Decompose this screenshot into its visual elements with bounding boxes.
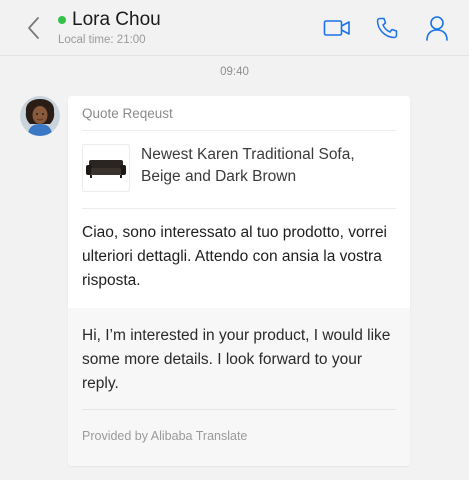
avatar[interactable] bbox=[20, 96, 60, 136]
translation-credit: Provided by Alibaba Translate bbox=[82, 429, 248, 443]
contact-info: Lora Chou Local time: 21:00 bbox=[58, 9, 161, 46]
video-call-button[interactable] bbox=[323, 14, 351, 42]
sofa-image bbox=[86, 160, 126, 178]
contact-name: Lora Chou bbox=[72, 9, 161, 30]
card-title: Quote Reqeust bbox=[82, 106, 173, 121]
chevron-left-icon bbox=[28, 17, 39, 39]
product-thumbnail bbox=[82, 144, 130, 192]
profile-icon bbox=[426, 16, 448, 41]
chat-header: Lora Chou Local time: 21:00 bbox=[0, 0, 469, 56]
header-actions bbox=[323, 14, 451, 42]
product-title: Newest Karen Traditional Sofa, Beige and… bbox=[141, 146, 355, 185]
product-link[interactable]: Newest Karen Traditional Sofa, Beige and… bbox=[82, 144, 396, 202]
contact-avatar-image bbox=[20, 96, 60, 136]
local-time: Local time: 21:00 bbox=[58, 34, 146, 46]
quote-request-card[interactable]: Quote Reqeust Newest Karen Traditional S… bbox=[68, 96, 410, 466]
profile-button[interactable] bbox=[423, 14, 451, 42]
original-message-text: Ciao, sono interessato al tuo prodotto, … bbox=[82, 224, 388, 289]
divider bbox=[82, 208, 396, 209]
message-time-separator: 09:40 bbox=[220, 66, 249, 78]
video-call-icon bbox=[323, 20, 350, 36]
translated-message-text: Hi, I’m interested in your product, I wo… bbox=[82, 327, 391, 392]
phone-call-button[interactable] bbox=[373, 14, 401, 42]
phone-call-icon bbox=[376, 17, 398, 39]
translation-section: Hi, I’m interested in your product, I wo… bbox=[68, 308, 410, 466]
divider bbox=[82, 130, 396, 131]
divider bbox=[82, 409, 396, 410]
online-status-dot bbox=[58, 16, 66, 24]
back-button[interactable] bbox=[22, 14, 44, 42]
